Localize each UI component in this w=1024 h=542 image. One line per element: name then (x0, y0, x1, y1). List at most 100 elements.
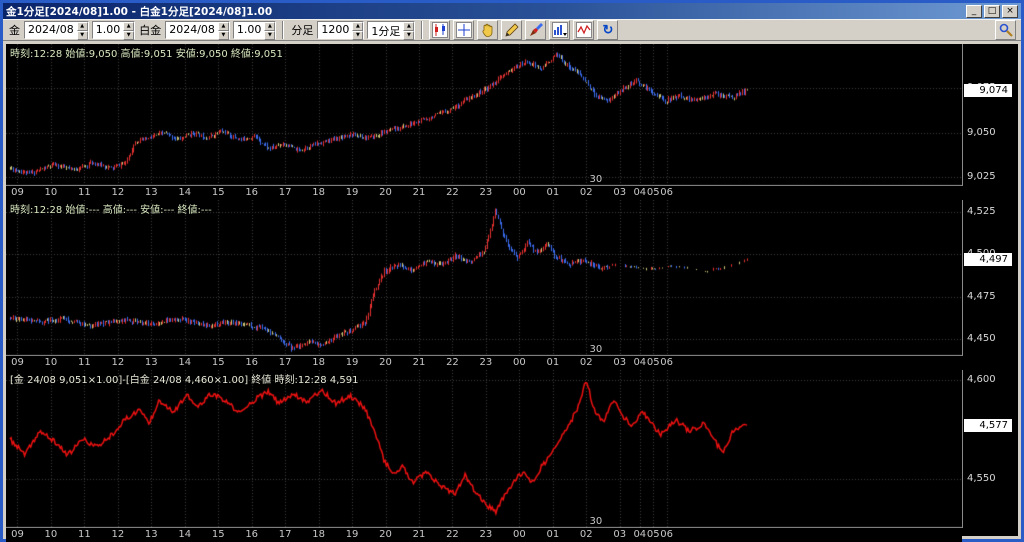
x-tick-label: 22 (446, 357, 459, 368)
x-tick-label: 09 (11, 357, 24, 368)
x-tick-label: 06 (660, 357, 673, 368)
x-tick-label: 19 (346, 357, 359, 368)
platinum-month-value[interactable]: 2024/08 (166, 22, 218, 38)
x-tick-label: 19 (346, 187, 359, 198)
x-tick-label: 05 (647, 187, 660, 198)
toolbar: 金 2024/08 ▲▼ 1.00 ▲▼ 白金 2024/08 ▲▼ 1.00 … (3, 19, 1021, 41)
crosshair-icon[interactable] (453, 20, 474, 40)
x-tick-label: 01 (546, 187, 559, 198)
gold-quote-info: 時刻:12:28 始値:9,050 高値:9,051 安値:9,050 終値:9… (10, 45, 283, 60)
gold-multiplier-field[interactable]: 1.00 ▲▼ (92, 21, 136, 39)
x-tick-label: 11 (78, 187, 91, 198)
y-tick-label: 9,025 (967, 171, 996, 182)
x-tick-label: 14 (178, 529, 191, 540)
x-tick-label: 12 (111, 187, 124, 198)
bars-label: 分足 (291, 22, 313, 38)
toolbar-separator (421, 21, 423, 39)
x-tick-label: 06 (660, 187, 673, 198)
platinum-chart-panel: 時刻:12:28 始値:--- 高値:--- 安値:--- 終値:--- 4,5… (6, 200, 1018, 370)
x-tick-label: 15 (212, 187, 225, 198)
x-tick-label: 17 (279, 529, 292, 540)
refresh-icon[interactable]: ↻ (597, 20, 618, 40)
x-tick-label: 10 (45, 187, 58, 198)
platinum-month-spinner[interactable]: ▲▼ (218, 22, 229, 38)
platinum-quote-info: 時刻:12:28 始値:--- 高値:--- 安値:--- 終値:--- (10, 201, 212, 216)
close-button[interactable]: × (1002, 5, 1018, 18)
candle-chart-icon[interactable] (429, 20, 450, 40)
x-tick-label: 21 (413, 357, 426, 368)
x-tick-label: 00 (513, 529, 526, 540)
x-tick-label: 16 (245, 187, 258, 198)
x-tick-label: 02 (580, 187, 593, 198)
timeframe-field[interactable]: 1分足 ▲▼ (367, 21, 415, 39)
x-tick-label: 13 (145, 187, 158, 198)
y-tick-label: 4,525 (967, 206, 996, 217)
x-tick-label: 20 (379, 357, 392, 368)
x-tick-label: 21 (413, 187, 426, 198)
x-tick-label: 02 (580, 357, 593, 368)
gold-chart-canvas[interactable] (6, 44, 962, 186)
x-tick-label: 04 (633, 187, 646, 198)
pencil-icon[interactable] (501, 20, 522, 40)
brush-icon[interactable] (525, 20, 546, 40)
platinum-multiplier-field[interactable]: 1.00 ▲▼ (233, 21, 277, 39)
spread-chart-canvas[interactable] (6, 370, 962, 528)
y-tick-label: 9,050 (967, 127, 996, 138)
x-tick-label: 06 (660, 529, 673, 540)
gold-time-axis: 0910111213141516171819202122230001020304… (6, 186, 962, 200)
x-tick-label: 22 (446, 187, 459, 198)
timeframe-value[interactable]: 1分足 (368, 22, 403, 38)
x-tick-label: 20 (379, 529, 392, 540)
last-price-badge: 9,074 (964, 84, 1012, 97)
oscillator-icon[interactable] (573, 20, 594, 40)
gold-label: 金 (9, 22, 20, 38)
gold-month-spinner[interactable]: ▲▼ (77, 22, 88, 38)
window-buttons: _ □ × (966, 5, 1018, 18)
magnifier-icon[interactable] (995, 20, 1016, 40)
bars-count-field[interactable]: 1200 ▲▼ (317, 21, 364, 39)
pan-hand-icon[interactable] (477, 20, 498, 40)
x-tick-label: 23 (480, 529, 493, 540)
restore-button[interactable]: □ (984, 5, 1000, 18)
x-tick-label: 18 (312, 357, 325, 368)
x-tick-label: 14 (178, 187, 191, 198)
y-tick-label: 4,550 (967, 473, 996, 484)
platinum-chart-canvas[interactable] (6, 200, 962, 356)
gold-month-field[interactable]: 2024/08 ▲▼ (24, 21, 89, 39)
gold-month-value[interactable]: 2024/08 (25, 22, 77, 38)
x-tick-label: 12 (111, 529, 124, 540)
x-tick-label: 21 (413, 529, 426, 540)
bars-count-spinner[interactable]: ▲▼ (352, 22, 363, 38)
x-tick-label: 04 (633, 529, 646, 540)
x-tick-label: 13 (145, 357, 158, 368)
x-tick-label: 22 (446, 529, 459, 540)
x-tick-label: 14 (178, 357, 191, 368)
gold-multiplier-spinner[interactable]: ▲▼ (123, 22, 134, 38)
platinum-label: 白金 (139, 22, 161, 38)
x-tick-label: 16 (245, 357, 258, 368)
x-tick-label: 02 (580, 529, 593, 540)
gold-multiplier-value[interactable]: 1.00 (93, 22, 124, 38)
x-tick-label: 13 (145, 529, 158, 540)
x-tick-label: 15 (212, 529, 225, 540)
x-tick-label: 15 (212, 357, 225, 368)
last-price-badge: 4,497 (964, 253, 1012, 266)
platinum-multiplier-value[interactable]: 1.00 (234, 22, 265, 38)
last-price-badge: 4,577 (964, 419, 1012, 432)
toolbar-separator (282, 21, 284, 39)
x-tick-label: 12 (111, 357, 124, 368)
platinum-month-field[interactable]: 2024/08 ▲▼ (165, 21, 230, 39)
x-tick-label: 23 (480, 187, 493, 198)
titlebar[interactable]: 金1分足[2024/08]1.00 - 白金1分足[2024/08]1.00 _… (3, 3, 1021, 19)
x-tick-label: 05 (647, 529, 660, 540)
x-tick-label: 10 (45, 357, 58, 368)
platinum-multiplier-spinner[interactable]: ▲▼ (264, 22, 275, 38)
bars-count-value[interactable]: 1200 (318, 22, 352, 38)
timeframe-spinner[interactable]: ▲▼ (403, 22, 414, 38)
spread-chart-panel: [金 24/08 9,051×1.00]-[白金 24/08 4,460×1.0… (6, 370, 1018, 542)
date-marker: 30 (589, 516, 602, 527)
indicators-menu-icon[interactable] (549, 20, 570, 40)
x-tick-label: 10 (45, 529, 58, 540)
minimize-button[interactable]: _ (966, 5, 982, 18)
x-tick-label: 11 (78, 357, 91, 368)
